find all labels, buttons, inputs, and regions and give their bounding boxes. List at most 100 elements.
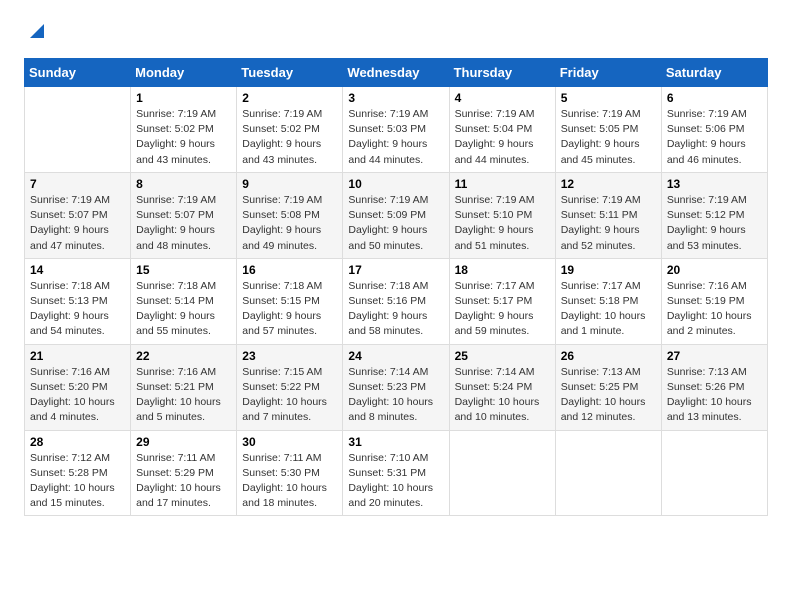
daylight-text: Daylight: 9 hours and 57 minutes. — [242, 310, 321, 337]
day-number: 1 — [136, 91, 231, 105]
calendar-week-row: 1 Sunrise: 7:19 AM Sunset: 5:02 PM Dayli… — [25, 87, 768, 173]
daylight-text: Daylight: 9 hours and 59 minutes. — [455, 310, 534, 337]
sunrise-text: Sunrise: 7:19 AM — [667, 194, 747, 206]
day-info: Sunrise: 7:13 AM Sunset: 5:26 PM Dayligh… — [667, 365, 762, 426]
daylight-text: Daylight: 10 hours and 10 minutes. — [455, 396, 540, 423]
sunset-text: Sunset: 5:04 PM — [455, 123, 533, 135]
daylight-text: Daylight: 9 hours and 53 minutes. — [667, 224, 746, 251]
sunrise-text: Sunrise: 7:13 AM — [667, 366, 747, 378]
day-number: 30 — [242, 435, 337, 449]
daylight-text: Daylight: 10 hours and 12 minutes. — [561, 396, 646, 423]
day-number: 15 — [136, 263, 231, 277]
calendar-cell: 26 Sunrise: 7:13 AM Sunset: 5:25 PM Dayl… — [555, 344, 661, 430]
sunrise-text: Sunrise: 7:17 AM — [561, 280, 641, 292]
sunrise-text: Sunrise: 7:13 AM — [561, 366, 641, 378]
sunrise-text: Sunrise: 7:18 AM — [348, 280, 428, 292]
calendar-cell: 11 Sunrise: 7:19 AM Sunset: 5:10 PM Dayl… — [449, 172, 555, 258]
calendar-cell: 9 Sunrise: 7:19 AM Sunset: 5:08 PM Dayli… — [237, 172, 343, 258]
logo-text — [24, 20, 50, 42]
calendar-cell — [661, 430, 767, 516]
day-number: 23 — [242, 349, 337, 363]
calendar-col-friday: Friday — [555, 59, 661, 87]
daylight-text: Daylight: 10 hours and 13 minutes. — [667, 396, 752, 423]
day-number: 14 — [30, 263, 125, 277]
calendar-cell: 15 Sunrise: 7:18 AM Sunset: 5:14 PM Dayl… — [131, 258, 237, 344]
day-number: 24 — [348, 349, 443, 363]
calendar-table: SundayMondayTuesdayWednesdayThursdayFrid… — [24, 58, 768, 516]
daylight-text: Daylight: 10 hours and 7 minutes. — [242, 396, 327, 423]
day-info: Sunrise: 7:18 AM Sunset: 5:16 PM Dayligh… — [348, 279, 443, 340]
day-number: 29 — [136, 435, 231, 449]
sunset-text: Sunset: 5:07 PM — [136, 209, 214, 221]
day-number: 16 — [242, 263, 337, 277]
calendar-cell: 2 Sunrise: 7:19 AM Sunset: 5:02 PM Dayli… — [237, 87, 343, 173]
calendar-col-tuesday: Tuesday — [237, 59, 343, 87]
sunset-text: Sunset: 5:07 PM — [30, 209, 108, 221]
day-info: Sunrise: 7:17 AM Sunset: 5:18 PM Dayligh… — [561, 279, 656, 340]
day-number: 9 — [242, 177, 337, 191]
sunrise-text: Sunrise: 7:19 AM — [561, 108, 641, 120]
sunrise-text: Sunrise: 7:15 AM — [242, 366, 322, 378]
sunrise-text: Sunrise: 7:19 AM — [242, 108, 322, 120]
calendar-cell: 10 Sunrise: 7:19 AM Sunset: 5:09 PM Dayl… — [343, 172, 449, 258]
day-info: Sunrise: 7:19 AM Sunset: 5:06 PM Dayligh… — [667, 107, 762, 168]
sunset-text: Sunset: 5:22 PM — [242, 381, 320, 393]
daylight-text: Daylight: 10 hours and 2 minutes. — [667, 310, 752, 337]
sunrise-text: Sunrise: 7:16 AM — [667, 280, 747, 292]
day-number: 27 — [667, 349, 762, 363]
sunset-text: Sunset: 5:30 PM — [242, 467, 320, 479]
day-number: 12 — [561, 177, 656, 191]
sunrise-text: Sunrise: 7:19 AM — [667, 108, 747, 120]
day-number: 7 — [30, 177, 125, 191]
calendar-cell: 1 Sunrise: 7:19 AM Sunset: 5:02 PM Dayli… — [131, 87, 237, 173]
day-info: Sunrise: 7:16 AM Sunset: 5:19 PM Dayligh… — [667, 279, 762, 340]
calendar-col-saturday: Saturday — [661, 59, 767, 87]
daylight-text: Daylight: 9 hours and 49 minutes. — [242, 224, 321, 251]
day-info: Sunrise: 7:16 AM Sunset: 5:21 PM Dayligh… — [136, 365, 231, 426]
sunrise-text: Sunrise: 7:16 AM — [136, 366, 216, 378]
day-info: Sunrise: 7:11 AM Sunset: 5:30 PM Dayligh… — [242, 451, 337, 512]
sunset-text: Sunset: 5:20 PM — [30, 381, 108, 393]
day-info: Sunrise: 7:16 AM Sunset: 5:20 PM Dayligh… — [30, 365, 125, 426]
daylight-text: Daylight: 9 hours and 44 minutes. — [455, 138, 534, 165]
calendar-cell: 6 Sunrise: 7:19 AM Sunset: 5:06 PM Dayli… — [661, 87, 767, 173]
sunset-text: Sunset: 5:11 PM — [561, 209, 638, 221]
day-info: Sunrise: 7:19 AM Sunset: 5:10 PM Dayligh… — [455, 193, 550, 254]
day-info: Sunrise: 7:19 AM Sunset: 5:02 PM Dayligh… — [242, 107, 337, 168]
sunset-text: Sunset: 5:10 PM — [455, 209, 533, 221]
day-number: 10 — [348, 177, 443, 191]
calendar-cell: 28 Sunrise: 7:12 AM Sunset: 5:28 PM Dayl… — [25, 430, 131, 516]
sunrise-text: Sunrise: 7:19 AM — [30, 194, 110, 206]
sunrise-text: Sunrise: 7:10 AM — [348, 452, 428, 464]
sunset-text: Sunset: 5:13 PM — [30, 295, 108, 307]
calendar-cell: 14 Sunrise: 7:18 AM Sunset: 5:13 PM Dayl… — [25, 258, 131, 344]
calendar-cell: 7 Sunrise: 7:19 AM Sunset: 5:07 PM Dayli… — [25, 172, 131, 258]
sunset-text: Sunset: 5:03 PM — [348, 123, 426, 135]
daylight-text: Daylight: 9 hours and 50 minutes. — [348, 224, 427, 251]
sunrise-text: Sunrise: 7:19 AM — [348, 108, 428, 120]
calendar-cell: 5 Sunrise: 7:19 AM Sunset: 5:05 PM Dayli… — [555, 87, 661, 173]
day-number: 3 — [348, 91, 443, 105]
sunrise-text: Sunrise: 7:16 AM — [30, 366, 110, 378]
day-info: Sunrise: 7:19 AM Sunset: 5:08 PM Dayligh… — [242, 193, 337, 254]
day-number: 13 — [667, 177, 762, 191]
calendar-cell: 17 Sunrise: 7:18 AM Sunset: 5:16 PM Dayl… — [343, 258, 449, 344]
sunset-text: Sunset: 5:08 PM — [242, 209, 320, 221]
sunrise-text: Sunrise: 7:12 AM — [30, 452, 110, 464]
day-info: Sunrise: 7:19 AM Sunset: 5:11 PM Dayligh… — [561, 193, 656, 254]
logo-icon — [26, 20, 48, 42]
calendar-cell: 31 Sunrise: 7:10 AM Sunset: 5:31 PM Dayl… — [343, 430, 449, 516]
calendar-cell: 8 Sunrise: 7:19 AM Sunset: 5:07 PM Dayli… — [131, 172, 237, 258]
calendar-cell: 30 Sunrise: 7:11 AM Sunset: 5:30 PM Dayl… — [237, 430, 343, 516]
calendar-week-row: 21 Sunrise: 7:16 AM Sunset: 5:20 PM Dayl… — [25, 344, 768, 430]
sunset-text: Sunset: 5:31 PM — [348, 467, 426, 479]
day-info: Sunrise: 7:18 AM Sunset: 5:15 PM Dayligh… — [242, 279, 337, 340]
daylight-text: Daylight: 9 hours and 52 minutes. — [561, 224, 640, 251]
calendar-cell: 22 Sunrise: 7:16 AM Sunset: 5:21 PM Dayl… — [131, 344, 237, 430]
day-info: Sunrise: 7:19 AM Sunset: 5:07 PM Dayligh… — [30, 193, 125, 254]
calendar-cell — [25, 87, 131, 173]
day-info: Sunrise: 7:18 AM Sunset: 5:14 PM Dayligh… — [136, 279, 231, 340]
sunrise-text: Sunrise: 7:14 AM — [348, 366, 428, 378]
calendar-cell: 19 Sunrise: 7:17 AM Sunset: 5:18 PM Dayl… — [555, 258, 661, 344]
daylight-text: Daylight: 10 hours and 1 minute. — [561, 310, 646, 337]
